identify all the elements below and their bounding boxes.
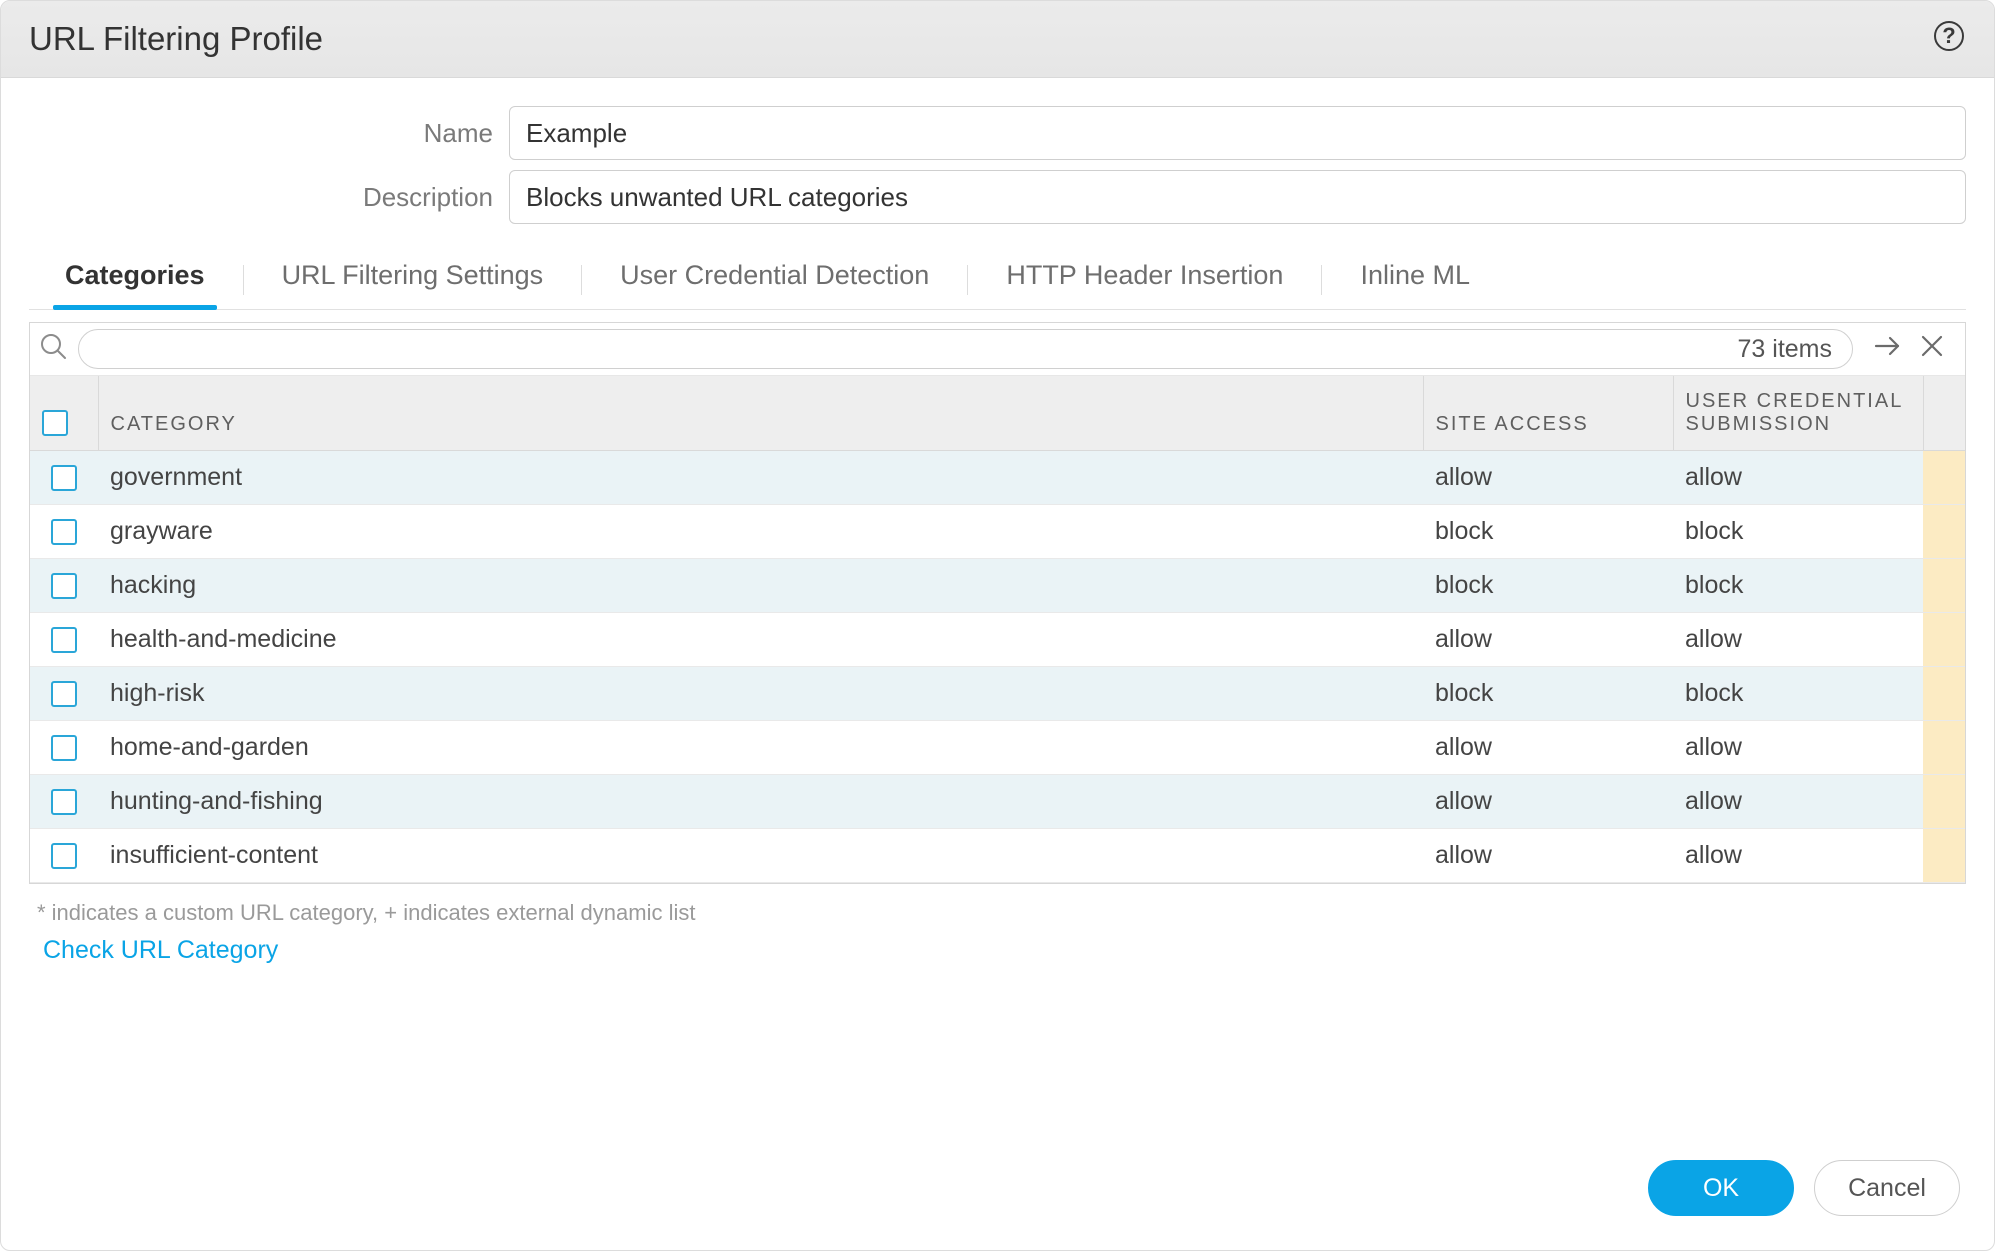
url-filtering-profile-dialog: URL Filtering Profile ? Name Description… (0, 0, 1995, 1251)
dialog-footer: OK Cancel (1, 1132, 1994, 1250)
row-checkbox-cell (30, 505, 98, 559)
dialog-header: URL Filtering Profile ? (1, 1, 1994, 78)
cell-category: insufficient-content (98, 829, 1423, 883)
cancel-button[interactable]: Cancel (1814, 1160, 1960, 1216)
table-row[interactable]: insufficient-contentallowallow (30, 829, 1965, 883)
cell-site-access[interactable]: allow (1423, 451, 1673, 505)
header-category[interactable]: CATEGORY (98, 376, 1423, 451)
name-label: Name (29, 118, 509, 149)
cell-site-access[interactable]: allow (1423, 721, 1673, 775)
arrow-right-icon[interactable] (1873, 331, 1903, 367)
table-row[interactable]: health-and-medicineallowallow (30, 613, 1965, 667)
cell-site-access[interactable]: block (1423, 505, 1673, 559)
table-row[interactable]: governmentallowallow (30, 451, 1965, 505)
row-edge-marker (1923, 775, 1965, 829)
check-url-category-link[interactable]: Check URL Category (43, 936, 1994, 965)
row-checkbox-cell (30, 559, 98, 613)
cell-site-access[interactable]: allow (1423, 775, 1673, 829)
row-checkbox[interactable] (51, 573, 77, 599)
header-user-credential-submission[interactable]: USER CREDENTIAL SUBMISSION (1673, 376, 1923, 451)
row-checkbox-cell (30, 829, 98, 883)
row-checkbox[interactable] (51, 519, 77, 545)
row-checkbox[interactable] (51, 627, 77, 653)
table-row[interactable]: hackingblockblock (30, 559, 1965, 613)
table-row[interactable]: hunting-and-fishingallowallow (30, 775, 1965, 829)
row-checkbox-cell (30, 721, 98, 775)
cell-user-credential[interactable]: block (1673, 559, 1923, 613)
item-count: 73 items (1738, 335, 1832, 364)
tab-http-header-insertion[interactable]: HTTP Header Insertion (998, 250, 1291, 309)
cell-category: grayware (98, 505, 1423, 559)
tab-categories[interactable]: Categories (57, 250, 213, 309)
description-field[interactable] (509, 170, 1966, 224)
table-row[interactable]: graywareblockblock (30, 505, 1965, 559)
cell-user-credential[interactable]: allow (1673, 613, 1923, 667)
search-icon[interactable] (38, 331, 68, 367)
tab-url-filtering-settings[interactable]: URL Filtering Settings (274, 250, 552, 309)
search-input[interactable]: 73 items (78, 329, 1853, 369)
cell-category: government (98, 451, 1423, 505)
tab-separator (967, 265, 968, 295)
row-edge-marker (1923, 721, 1965, 775)
header-select-all (30, 376, 98, 451)
header-spacer (1923, 376, 1965, 451)
row-edge-marker (1923, 667, 1965, 721)
cell-category: health-and-medicine (98, 613, 1423, 667)
row-checkbox[interactable] (51, 843, 77, 869)
cell-site-access[interactable]: block (1423, 667, 1673, 721)
name-field[interactable] (509, 106, 1966, 160)
cell-user-credential[interactable]: block (1673, 667, 1923, 721)
header-site-access[interactable]: SITE ACCESS (1423, 376, 1673, 451)
row-edge-marker (1923, 613, 1965, 667)
grid-footnote: * indicates a custom URL category, + ind… (37, 900, 1994, 926)
row-checkbox-cell (30, 451, 98, 505)
cell-category: hacking (98, 559, 1423, 613)
row-edge-marker (1923, 505, 1965, 559)
table-row[interactable]: high-riskblockblock (30, 667, 1965, 721)
tab-user-credential-detection[interactable]: User Credential Detection (612, 250, 937, 309)
cell-user-credential[interactable]: block (1673, 505, 1923, 559)
cell-category: home-and-garden (98, 721, 1423, 775)
row-checkbox[interactable] (51, 735, 77, 761)
row-edge-marker (1923, 451, 1965, 505)
table-row[interactable]: home-and-gardenallowallow (30, 721, 1965, 775)
row-checkbox-cell (30, 775, 98, 829)
category-grid-wrap: 73 items CATEGORY SITE ACCESS (29, 322, 1966, 884)
row-checkbox-cell (30, 667, 98, 721)
cell-user-credential[interactable]: allow (1673, 775, 1923, 829)
cell-site-access[interactable]: block (1423, 559, 1673, 613)
tab-inline-ml[interactable]: Inline ML (1352, 250, 1478, 309)
form-area: Name Description (1, 78, 1994, 242)
tab-bar: Categories URL Filtering Settings User C… (29, 242, 1966, 310)
select-all-checkbox[interactable] (42, 410, 68, 436)
svg-text:?: ? (1942, 23, 1955, 48)
row-checkbox[interactable] (51, 789, 77, 815)
row-edge-marker (1923, 559, 1965, 613)
cell-site-access[interactable]: allow (1423, 829, 1673, 883)
cell-category: hunting-and-fishing (98, 775, 1423, 829)
tab-separator (243, 265, 244, 295)
dialog-title: URL Filtering Profile (29, 20, 323, 58)
ok-button[interactable]: OK (1648, 1160, 1794, 1216)
description-label: Description (29, 182, 509, 213)
cell-user-credential[interactable]: allow (1673, 721, 1923, 775)
tab-separator (1321, 265, 1322, 295)
cell-category: high-risk (98, 667, 1423, 721)
cell-site-access[interactable]: allow (1423, 613, 1673, 667)
help-icon[interactable]: ? (1932, 19, 1966, 59)
row-checkbox[interactable] (51, 681, 77, 707)
cell-user-credential[interactable]: allow (1673, 829, 1923, 883)
close-icon[interactable] (1917, 331, 1947, 367)
row-edge-marker (1923, 829, 1965, 883)
grid-toolbar: 73 items (30, 323, 1965, 376)
row-checkbox-cell (30, 613, 98, 667)
tab-separator (581, 265, 582, 295)
cell-user-credential[interactable]: allow (1673, 451, 1923, 505)
category-grid: CATEGORY SITE ACCESS USER CREDENTIAL SUB… (30, 376, 1965, 883)
row-checkbox[interactable] (51, 465, 77, 491)
